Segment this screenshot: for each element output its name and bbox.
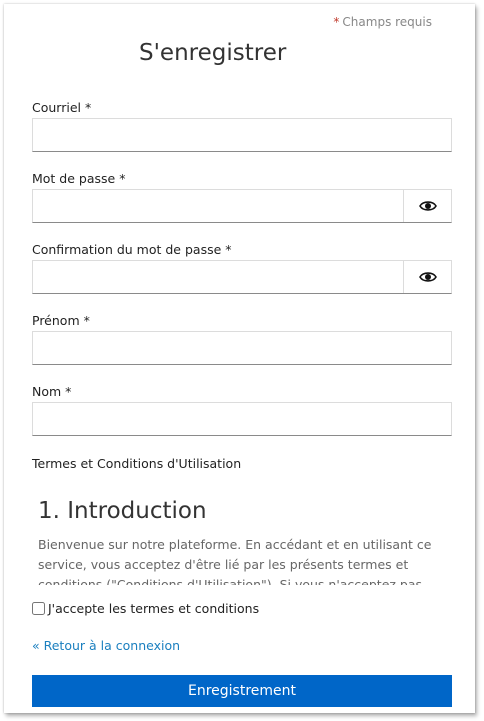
register-button[interactable]: Enregistrement — [32, 675, 452, 707]
show-password-button[interactable] — [403, 190, 451, 222]
password-confirm-field[interactable] — [33, 261, 405, 293]
accept-terms-row[interactable]: J'accepte les termes et conditions — [32, 601, 259, 616]
register-card: * Champs requis S'enregistrer Courriel * … — [4, 4, 475, 713]
last-name-label: Nom * — [32, 384, 72, 399]
eye-icon — [418, 201, 437, 211]
password-field[interactable] — [33, 190, 405, 222]
accept-terms-checkbox[interactable] — [32, 602, 45, 615]
email-field-wrapper — [32, 118, 452, 152]
required-star: * — [333, 15, 340, 29]
password-confirm-label: Confirmation du mot de passe * — [32, 242, 232, 257]
terms-label: Termes et Conditions d'Utilisation — [32, 456, 242, 471]
password-label: Mot de passe * — [32, 171, 126, 186]
email-label: Courriel * — [32, 100, 92, 115]
terms-scroll-box[interactable]: 1. Introduction Bienvenue sur notre plat… — [32, 490, 452, 585]
terms-text: Bienvenue sur notre plateforme. En accéd… — [38, 537, 432, 585]
page-title: S'enregistrer — [139, 40, 287, 66]
password-confirm-field-wrapper — [32, 260, 452, 294]
eye-icon — [418, 272, 437, 282]
first-name-field[interactable] — [33, 332, 451, 364]
email-field[interactable] — [33, 119, 451, 151]
terms-heading: 1. Introduction — [38, 498, 207, 524]
first-name-field-wrapper — [32, 331, 452, 365]
show-password-confirm-button[interactable] — [403, 261, 451, 293]
last-name-field-wrapper — [32, 402, 452, 436]
back-to-login-link[interactable]: « Retour à la connexion — [32, 638, 180, 653]
required-fields-note: * Champs requis — [333, 15, 432, 29]
accept-terms-label: J'accepte les termes et conditions — [48, 601, 260, 616]
password-field-wrapper — [32, 189, 452, 223]
required-note-text: Champs requis — [342, 15, 432, 29]
first-name-label: Prénom * — [32, 313, 90, 328]
last-name-field[interactable] — [33, 403, 451, 435]
